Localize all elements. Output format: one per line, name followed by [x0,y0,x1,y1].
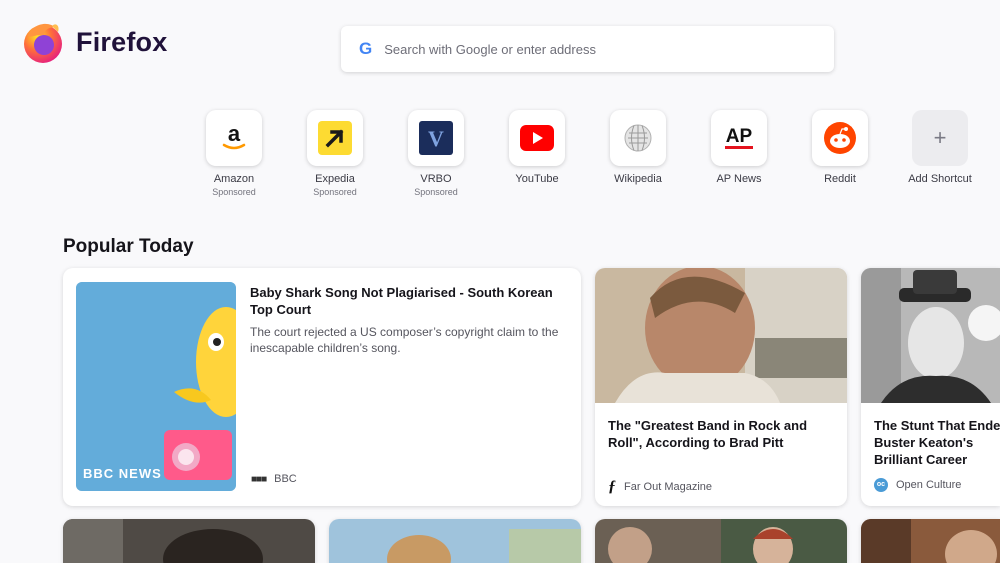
reddit-icon [812,110,868,166]
shortcut-wikipedia[interactable]: Wikipedia [598,110,678,185]
vrbo-icon: V [408,110,464,166]
amazon-logo-letter: a [228,121,241,146]
story-card-partial[interactable] [861,519,1000,563]
story-card-partial[interactable] [329,519,581,563]
shortcut-amazon[interactable]: a Amazon Sponsored [194,110,274,197]
story-card-partial[interactable] [595,519,847,563]
source-name: Far Out Magazine [624,481,713,493]
story-image [861,519,1000,563]
story-source: oc Open Culture [874,478,961,492]
story-card-brad-pitt[interactable]: The "Greatest Band in Rock and Roll", Ac… [595,268,847,506]
story-title: The Stunt That Ended Buster Keaton's Bri… [874,418,1000,467]
shortcut-label: VRBO [420,173,452,185]
story-excerpt: The court rejected a US composer’s copyr… [250,325,559,355]
youtube-icon [509,110,565,166]
expedia-icon [307,110,363,166]
story-card-partial[interactable] [63,519,315,563]
shortcut-label: Wikipedia [614,173,662,185]
vrbo-logo-letter: V [428,126,444,151]
sponsored-label: Sponsored [212,187,256,197]
shortcut-label: Add Shortcut [908,173,972,185]
bbc-icon: ■■■ [251,473,267,485]
browser-name: Firefox [76,26,168,57]
story-image [63,519,315,563]
amazon-icon: a [206,110,262,166]
shortcut-youtube[interactable]: YouTube [497,110,577,185]
plus-icon: + [912,110,968,166]
story-image [595,268,847,403]
search-placeholder: Search with Google or enter address [384,41,596,57]
shortcut-ap-news[interactable]: AP AP News [699,110,779,185]
story-title: Baby Shark Song Not Plagiarised - South … [250,285,553,317]
shortcut-label: Expedia [315,173,355,185]
section-title: Popular Today [63,236,194,257]
story-title: The "Greatest Band in Rock and Roll", Ac… [608,418,808,450]
ap-logo-text: AP [726,126,753,147]
firefox-brand: Firefox [22,20,167,64]
wikipedia-icon [610,110,666,166]
story-card-buster-keaton[interactable]: The Stunt That Ended Buster Keaton's Bri… [861,268,1000,506]
sponsored-label: Sponsored [313,187,357,197]
story-image: BBC NEWS [76,282,236,491]
story-image [595,519,847,563]
search-bar[interactable]: G Search with Google or enter address [341,26,834,72]
story-card-baby-shark[interactable]: BBC NEWS Baby Shark Song Not Plagiarised… [63,268,581,506]
shortcut-label: YouTube [515,173,559,185]
firefox-logo-icon [24,23,62,63]
google-icon: G [359,39,373,58]
far-out-icon: ƒ [608,478,616,495]
add-shortcut-button[interactable]: + Add Shortcut [900,110,980,185]
source-name: BBC [274,473,297,485]
shortcut-reddit[interactable]: Reddit [800,110,880,185]
story-source: ■■■ BBC [251,473,297,485]
story-source: ƒ Far Out Magazine [608,478,712,496]
plus-glyph: + [933,125,947,150]
bbc-news-watermark: BBC NEWS [83,466,162,481]
source-name: Open Culture [896,479,962,491]
shortcut-label: Amazon [213,173,255,185]
shortcut-expedia[interactable]: Expedia Sponsored [295,110,375,197]
shortcut-vrbo[interactable]: V VRBO Sponsored [396,110,476,197]
shortcut-label: AP News [716,173,762,185]
ap-news-icon: AP [711,110,767,166]
story-image [861,268,1000,403]
open-culture-icon: oc [874,478,888,492]
shortcut-label: Reddit [824,173,856,185]
story-image [329,519,581,563]
sponsored-label: Sponsored [414,187,458,197]
